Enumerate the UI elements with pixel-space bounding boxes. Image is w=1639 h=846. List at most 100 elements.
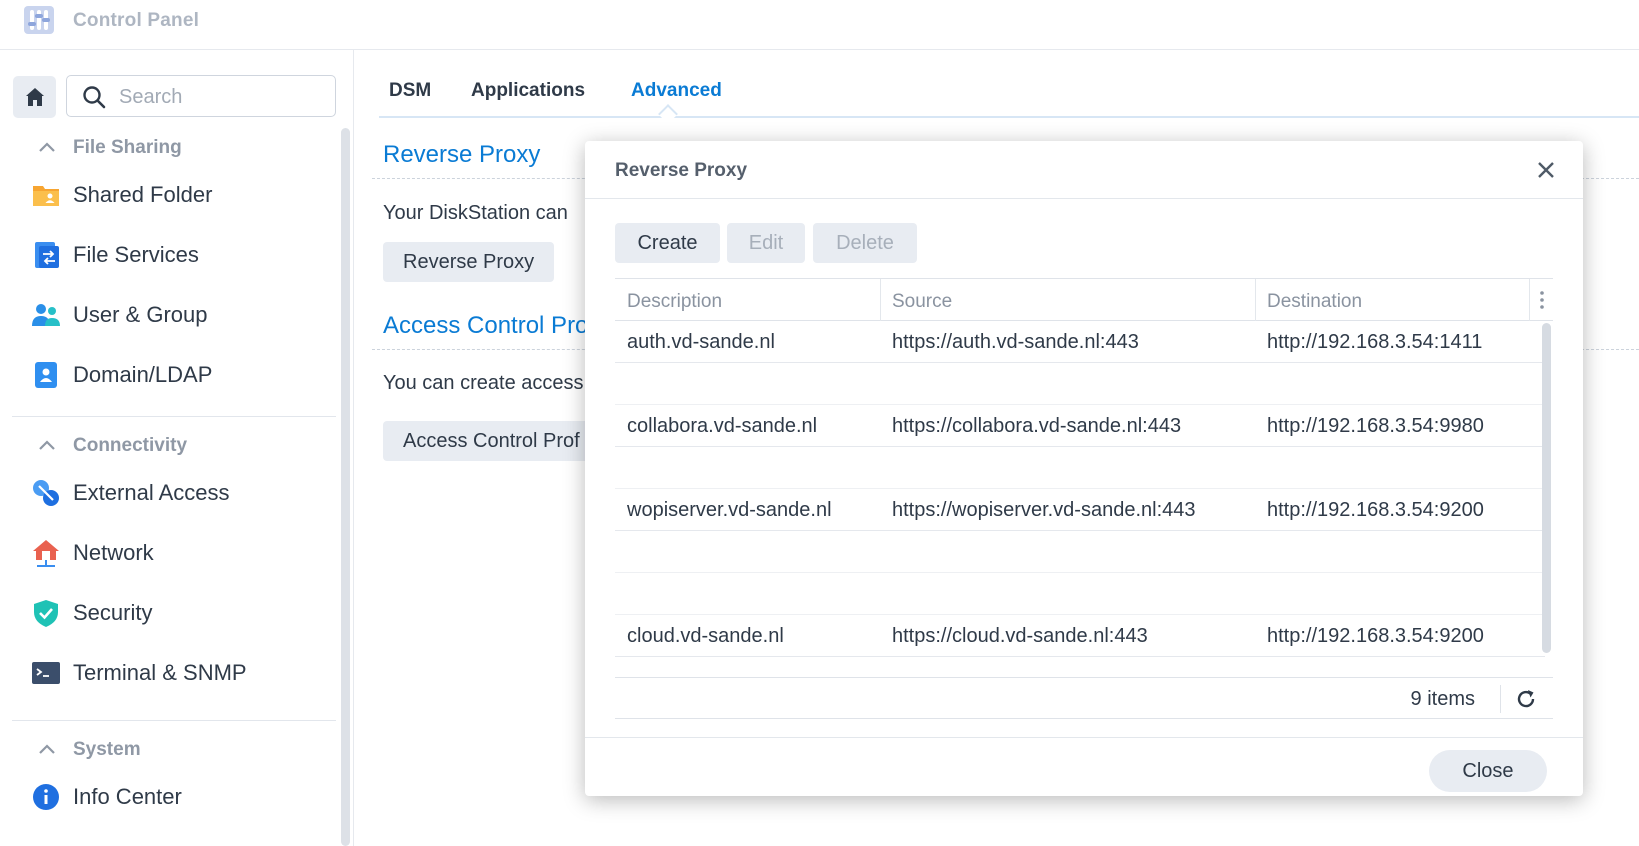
row-spacer — [615, 573, 1545, 615]
column-header-destination[interactable]: Destination — [1267, 291, 1362, 313]
cell-destination: http://192.168.3.54:1411 — [1267, 331, 1483, 353]
sidebar-item-info-center[interactable]: Info Center — [0, 770, 334, 824]
column-separator[interactable] — [880, 279, 881, 321]
cell-source: https://auth.vd-sande.nl:443 — [892, 331, 1139, 353]
column-menu-icon[interactable] — [1539, 290, 1545, 310]
close-button[interactable]: Close — [1429, 750, 1547, 792]
sidebar-item-label: External Access — [73, 480, 230, 505]
search-icon — [83, 86, 106, 109]
search-box — [66, 75, 336, 117]
row-spacer — [615, 363, 1545, 405]
chevron-up-icon — [39, 744, 55, 754]
network-icon — [33, 540, 59, 567]
table-row[interactable]: wopiserver.vd-sande.nl https://wopiserve… — [615, 489, 1545, 531]
access-control-description: You can create access — [383, 372, 584, 394]
delete-button[interactable]: Delete — [813, 223, 917, 263]
sidebar-item-label: Terminal & SNMP — [73, 660, 247, 685]
home-icon — [25, 88, 44, 106]
reverse-proxy-button[interactable]: Reverse Proxy — [383, 242, 555, 282]
table-row[interactable]: cloud.vd-sande.nl https://cloud.vd-sande… — [615, 615, 1545, 657]
sidebar-item-terminal-snmp[interactable]: Terminal & SNMP — [0, 646, 334, 700]
access-control-profile-button[interactable]: Access Control Prof — [383, 421, 600, 461]
column-header-description[interactable]: Description — [627, 291, 722, 313]
nav-group-connectivity[interactable]: Connectivity — [0, 426, 334, 466]
cell-destination: http://192.168.3.54:9980 — [1267, 415, 1484, 437]
title-bar: Control Panel — [0, 0, 1639, 50]
sidebar-item-label: Network — [73, 540, 154, 565]
footer-divider — [1500, 685, 1501, 713]
cell-source: https://collabora.vd-sande.nl:443 — [892, 415, 1182, 437]
sidebar-item-external-access[interactable]: External Access — [0, 466, 334, 520]
grid-footer: 9 items — [615, 677, 1553, 719]
cell-destination: http://192.168.3.54:9200 — [1267, 499, 1484, 521]
table-row[interactable]: auth.vd-sande.nl https://auth.vd-sande.n… — [615, 321, 1545, 363]
nav-divider — [12, 720, 336, 721]
cell-description: auth.vd-sande.nl — [627, 331, 775, 353]
sidebar-item-label: Security — [73, 600, 153, 625]
domain-ldap-icon — [35, 362, 57, 388]
file-services-icon — [35, 242, 59, 268]
tab-dsm[interactable]: DSM — [389, 80, 431, 102]
cell-source: https://cloud.vd-sande.nl:443 — [892, 625, 1148, 647]
sidebar-item-label: Info Center — [73, 784, 182, 809]
user-group-icon — [32, 304, 60, 326]
grid-header: Description Source Destination — [615, 279, 1553, 321]
shield-check-icon — [34, 600, 58, 627]
create-button[interactable]: Create — [615, 223, 720, 263]
grid-scrollbar[interactable] — [1542, 323, 1551, 653]
nav-group-label: System — [73, 739, 141, 760]
sidebar: File Sharing Shared Folder File Services — [0, 50, 354, 846]
tab-advanced[interactable]: Advanced — [631, 80, 722, 102]
chevron-up-icon — [39, 440, 55, 450]
external-access-icon — [33, 480, 59, 506]
sidebar-item-label: User & Group — [73, 302, 208, 327]
info-icon — [33, 784, 59, 810]
cell-description: collabora.vd-sande.nl — [627, 415, 818, 437]
nav-group-system[interactable]: System — [0, 730, 334, 770]
sidebar-item-network[interactable]: Network — [0, 526, 334, 580]
access-control-section-title: Access Control Pro — [383, 312, 589, 339]
sidebar-nav: File Sharing Shared Folder File Services — [0, 128, 336, 846]
chevron-up-icon — [39, 142, 55, 152]
shared-folder-icon — [33, 186, 59, 206]
search-input[interactable] — [117, 82, 327, 112]
sidebar-item-security[interactable]: Security — [0, 586, 334, 640]
nav-group-label: File Sharing — [73, 137, 182, 158]
sidebar-item-user-group[interactable]: User & Group — [0, 288, 334, 342]
proxy-rules-grid: Description Source Destination auth.vd-s… — [615, 278, 1553, 719]
dialog-footer: Close — [585, 737, 1583, 796]
row-spacer — [615, 447, 1545, 489]
sidebar-item-domain-ldap[interactable]: Domain/LDAP — [0, 348, 334, 402]
sidebar-item-label: Domain/LDAP — [73, 362, 213, 387]
cell-description: cloud.vd-sande.nl — [627, 625, 784, 647]
tab-applications[interactable]: Applications — [471, 80, 585, 102]
dialog-header: Reverse Proxy — [585, 141, 1583, 199]
sidebar-scrollbar[interactable] — [341, 128, 350, 846]
sidebar-item-shared-folder[interactable]: Shared Folder — [0, 168, 334, 222]
column-separator[interactable] — [1255, 279, 1256, 321]
terminal-icon — [32, 662, 60, 684]
reverse-proxy-dialog: Reverse Proxy Create Edit Delete Descrip… — [585, 141, 1583, 796]
row-spacer — [615, 531, 1545, 573]
cell-destination: http://192.168.3.54:9200 — [1267, 625, 1484, 647]
table-row[interactable]: collabora.vd-sande.nl https://collabora.… — [615, 405, 1545, 447]
tab-bar: DSM Applications Advanced — [379, 78, 1639, 118]
nav-divider — [12, 416, 336, 417]
edit-button[interactable]: Edit — [727, 223, 805, 263]
close-icon[interactable] — [1535, 159, 1557, 181]
cell-description: wopiserver.vd-sande.nl — [627, 499, 832, 521]
nav-group-file-sharing[interactable]: File Sharing — [0, 128, 334, 168]
cell-source: https://wopiserver.vd-sande.nl:443 — [892, 499, 1196, 521]
sidebar-item-label: Shared Folder — [73, 182, 213, 207]
refresh-icon[interactable] — [1515, 688, 1537, 710]
sidebar-item-file-services[interactable]: File Services — [0, 228, 334, 282]
app-title: Control Panel — [73, 10, 200, 31]
home-button[interactable] — [13, 76, 56, 118]
column-header-source[interactable]: Source — [892, 291, 952, 313]
reverse-proxy-description: Your DiskStation can — [383, 202, 568, 224]
column-separator — [1529, 279, 1530, 321]
reverse-proxy-section-title: Reverse Proxy — [383, 141, 541, 168]
dialog-title: Reverse Proxy — [615, 160, 748, 181]
sidebar-item-label: File Services — [73, 242, 199, 267]
nav-group-label: Connectivity — [73, 435, 188, 456]
